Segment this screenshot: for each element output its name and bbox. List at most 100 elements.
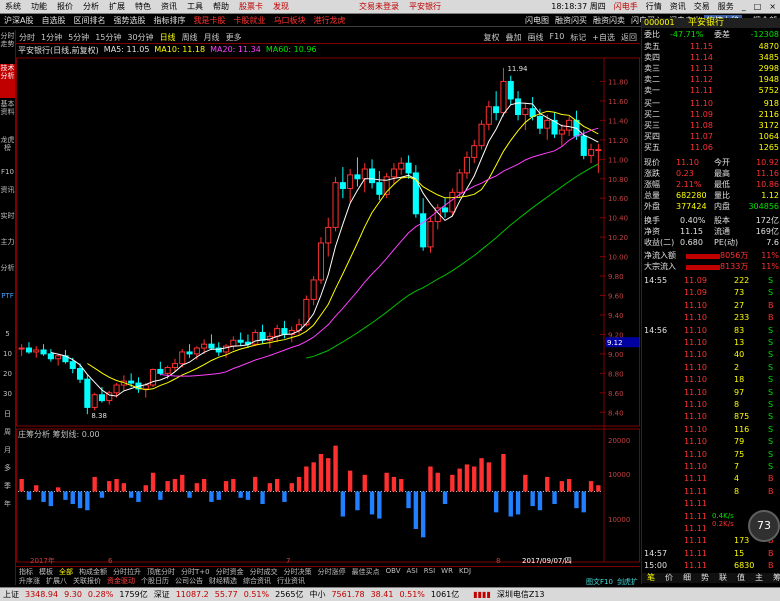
margin-buy-button[interactable]: 融资闪买 <box>552 15 590 26</box>
nav-item-a-shares[interactable]: 沪深A股 <box>0 15 37 26</box>
detail-tab[interactable]: 势 <box>696 573 714 583</box>
tick-row[interactable]: 11.10 116 S <box>642 425 780 435</box>
tick-row[interactable]: 11.10 75 S <box>642 450 780 460</box>
tab-intraday[interactable]: 分时走势 <box>0 32 15 62</box>
tab-quarter[interactable]: 季 <box>0 482 15 492</box>
ask-row[interactable]: 卖三 11.13 2998 <box>642 64 780 74</box>
period-5min[interactable]: 5分钟 <box>65 32 92 43</box>
stat-row[interactable]: 涨跌 0.23 最高 11.16 <box>642 169 780 179</box>
stat-row[interactable]: 收益(二) 0.680 PE(动) 7.6 <box>642 238 780 248</box>
tick-row[interactable]: 11.11 8 B <box>642 487 780 497</box>
menu-item-news[interactable]: 资讯 <box>156 1 182 12</box>
function-tab[interactable]: 公司公告 <box>172 576 206 586</box>
nav-item-red-2[interactable]: 卡股就业 <box>229 15 269 26</box>
draw-line-button[interactable]: 画线 <box>525 32 547 43</box>
function-tab[interactable]: 行业资讯 <box>274 576 308 586</box>
mark-button[interactable]: 标记 <box>567 32 589 43</box>
period-more[interactable]: 更多 <box>223 32 245 43</box>
tab-technical[interactable]: 技术分析 <box>0 64 15 98</box>
news-button[interactable]: 资讯 <box>666 1 690 12</box>
zx-index-label[interactable]: 中小 <box>306 589 328 600</box>
bid-row[interactable]: 买五 11.06 1265 <box>642 143 780 153</box>
tab-news[interactable]: 资讯 <box>0 186 15 210</box>
tick-row[interactable]: 11.10 18 S <box>642 375 780 385</box>
tab-30[interactable]: 30 <box>0 390 15 400</box>
period-daily[interactable]: 日线 <box>157 32 179 43</box>
period-30min[interactable]: 30分钟 <box>124 32 156 43</box>
server-name[interactable]: 深圳电信Z13 <box>494 589 548 600</box>
bid-row[interactable]: 买一 11.10 918 <box>642 99 780 109</box>
menu-item-special[interactable]: 特色 <box>130 1 156 12</box>
detail-tab[interactable]: 细 <box>678 573 696 583</box>
tab-f10[interactable]: F10 <box>0 168 15 184</box>
tick-row[interactable]: 11.10 97 S <box>642 388 780 398</box>
menu-item-system[interactable]: 系统 <box>0 1 26 12</box>
maximize-icon[interactable]: □ <box>750 2 766 11</box>
tick-row[interactable]: 11.10 7 S <box>642 462 780 472</box>
tick-row[interactable]: 11.10 40 S <box>642 350 780 360</box>
function-tab[interactable]: 个股日历 <box>138 576 172 586</box>
close-icon[interactable]: × <box>765 2 780 11</box>
tab-ptf[interactable]: PTF <box>0 292 15 302</box>
tab-day[interactable]: 日 <box>0 410 15 420</box>
tab-5[interactable]: 5 <box>0 330 15 340</box>
bid-row[interactable]: 买二 11.09 2116 <box>642 110 780 120</box>
quote-button[interactable]: 行情 <box>642 1 666 12</box>
tab-analysis[interactable]: 分析 <box>0 264 15 288</box>
ask-row[interactable]: 卖四 11.14 3485 <box>642 53 780 63</box>
detail-tab[interactable]: 值 <box>732 573 750 583</box>
trade-button[interactable]: 交易 <box>690 1 714 12</box>
tick-row[interactable]: 11.11 <box>642 499 780 509</box>
margin-sell-button[interactable]: 融资闪卖 <box>590 15 628 26</box>
nav-item-red-1[interactable]: 我是卡股 <box>189 15 229 26</box>
menu-item-discover[interactable]: 发现 <box>268 1 294 12</box>
speed-gauge[interactable]: 73 <box>748 510 780 542</box>
minimize-icon[interactable]: _ <box>738 2 750 11</box>
period-15min[interactable]: 15分钟 <box>92 32 124 43</box>
detail-tab[interactable]: 主 <box>750 573 768 583</box>
bid-row[interactable]: 买三 11.08 3172 <box>642 121 780 131</box>
stat-row[interactable]: 净资 11.15 流通 169亿 <box>642 227 780 237</box>
detail-tab[interactable]: 笔 <box>642 573 660 583</box>
tick-row[interactable]: 11.10 79 S <box>642 437 780 447</box>
function-tab[interactable]: 财经精选 <box>206 576 240 586</box>
function-tab[interactable]: 扩展八 <box>43 576 70 586</box>
nav-item-red-3[interactable]: 乌口板块 <box>269 15 309 26</box>
back-button[interactable]: 返回 <box>618 32 640 43</box>
tab-year[interactable]: 年 <box>0 500 15 510</box>
detail-tab[interactable]: 联 <box>714 573 732 583</box>
tick-row[interactable]: 14:55 11.09 222 S <box>642 276 780 286</box>
sz-index-label[interactable]: 深证 <box>151 589 173 600</box>
period-intraday[interactable]: 分时 <box>16 32 38 43</box>
f10-text-tab[interactable]: 图文F10 <box>584 577 615 587</box>
service-button[interactable]: 服务 <box>714 1 738 12</box>
stat-row[interactable]: 总量 682280 量比 1.12 <box>642 191 780 201</box>
ask-row[interactable]: 卖一 11.11 5752 <box>642 86 780 96</box>
stat-row[interactable]: 现价 11.10 今开 10.92 <box>642 158 780 168</box>
sh-index-label[interactable]: 上证 <box>0 589 22 600</box>
tick-row[interactable]: 11.11 4 B <box>642 474 780 484</box>
ask-row[interactable]: 卖二 11.12 1948 <box>642 75 780 85</box>
tab-multi[interactable]: 多 <box>0 464 15 474</box>
tick-row[interactable]: 11.10 875 S <box>642 412 780 422</box>
lightning-hand-button[interactable]: 闪电手 <box>610 1 642 12</box>
tick-row[interactable]: 11.10 13 S <box>642 338 780 348</box>
trade-status[interactable]: 交易未登录 <box>354 1 404 12</box>
period-1min[interactable]: 1分钟 <box>38 32 65 43</box>
flash-chart-button[interactable]: 闪电图 <box>522 15 552 26</box>
detail-tab[interactable]: 价 <box>660 573 678 583</box>
menu-item-tools[interactable]: 工具 <box>182 1 208 12</box>
ask-row[interactable]: 卖五 11.15 4870 <box>642 42 780 52</box>
overlay-button[interactable]: 叠加 <box>503 32 525 43</box>
menu-item-help[interactable]: 帮助 <box>208 1 234 12</box>
nav-item-range-rank[interactable]: 区间排名 <box>69 15 109 26</box>
adjust-button[interactable]: 复权 <box>481 32 503 43</box>
kline-chart[interactable]: 11.80 11.60 11.40 11.20 11.00 10.80 10.60 10.40… <box>16 44 640 566</box>
function-tab[interactable]: 升序涨 <box>16 576 43 586</box>
function-tab[interactable]: 资金驱动 <box>104 576 138 586</box>
tab-dragon-tiger[interactable]: 龙虎榜 <box>0 136 15 166</box>
nav-item-strong-pick[interactable]: 强势选股 <box>109 15 149 26</box>
tick-row[interactable]: 14:57 11.11 15 B <box>642 549 780 559</box>
tick-row[interactable]: 11.10 233 B <box>642 313 780 323</box>
tab-main-force[interactable]: 主力 <box>0 238 15 262</box>
